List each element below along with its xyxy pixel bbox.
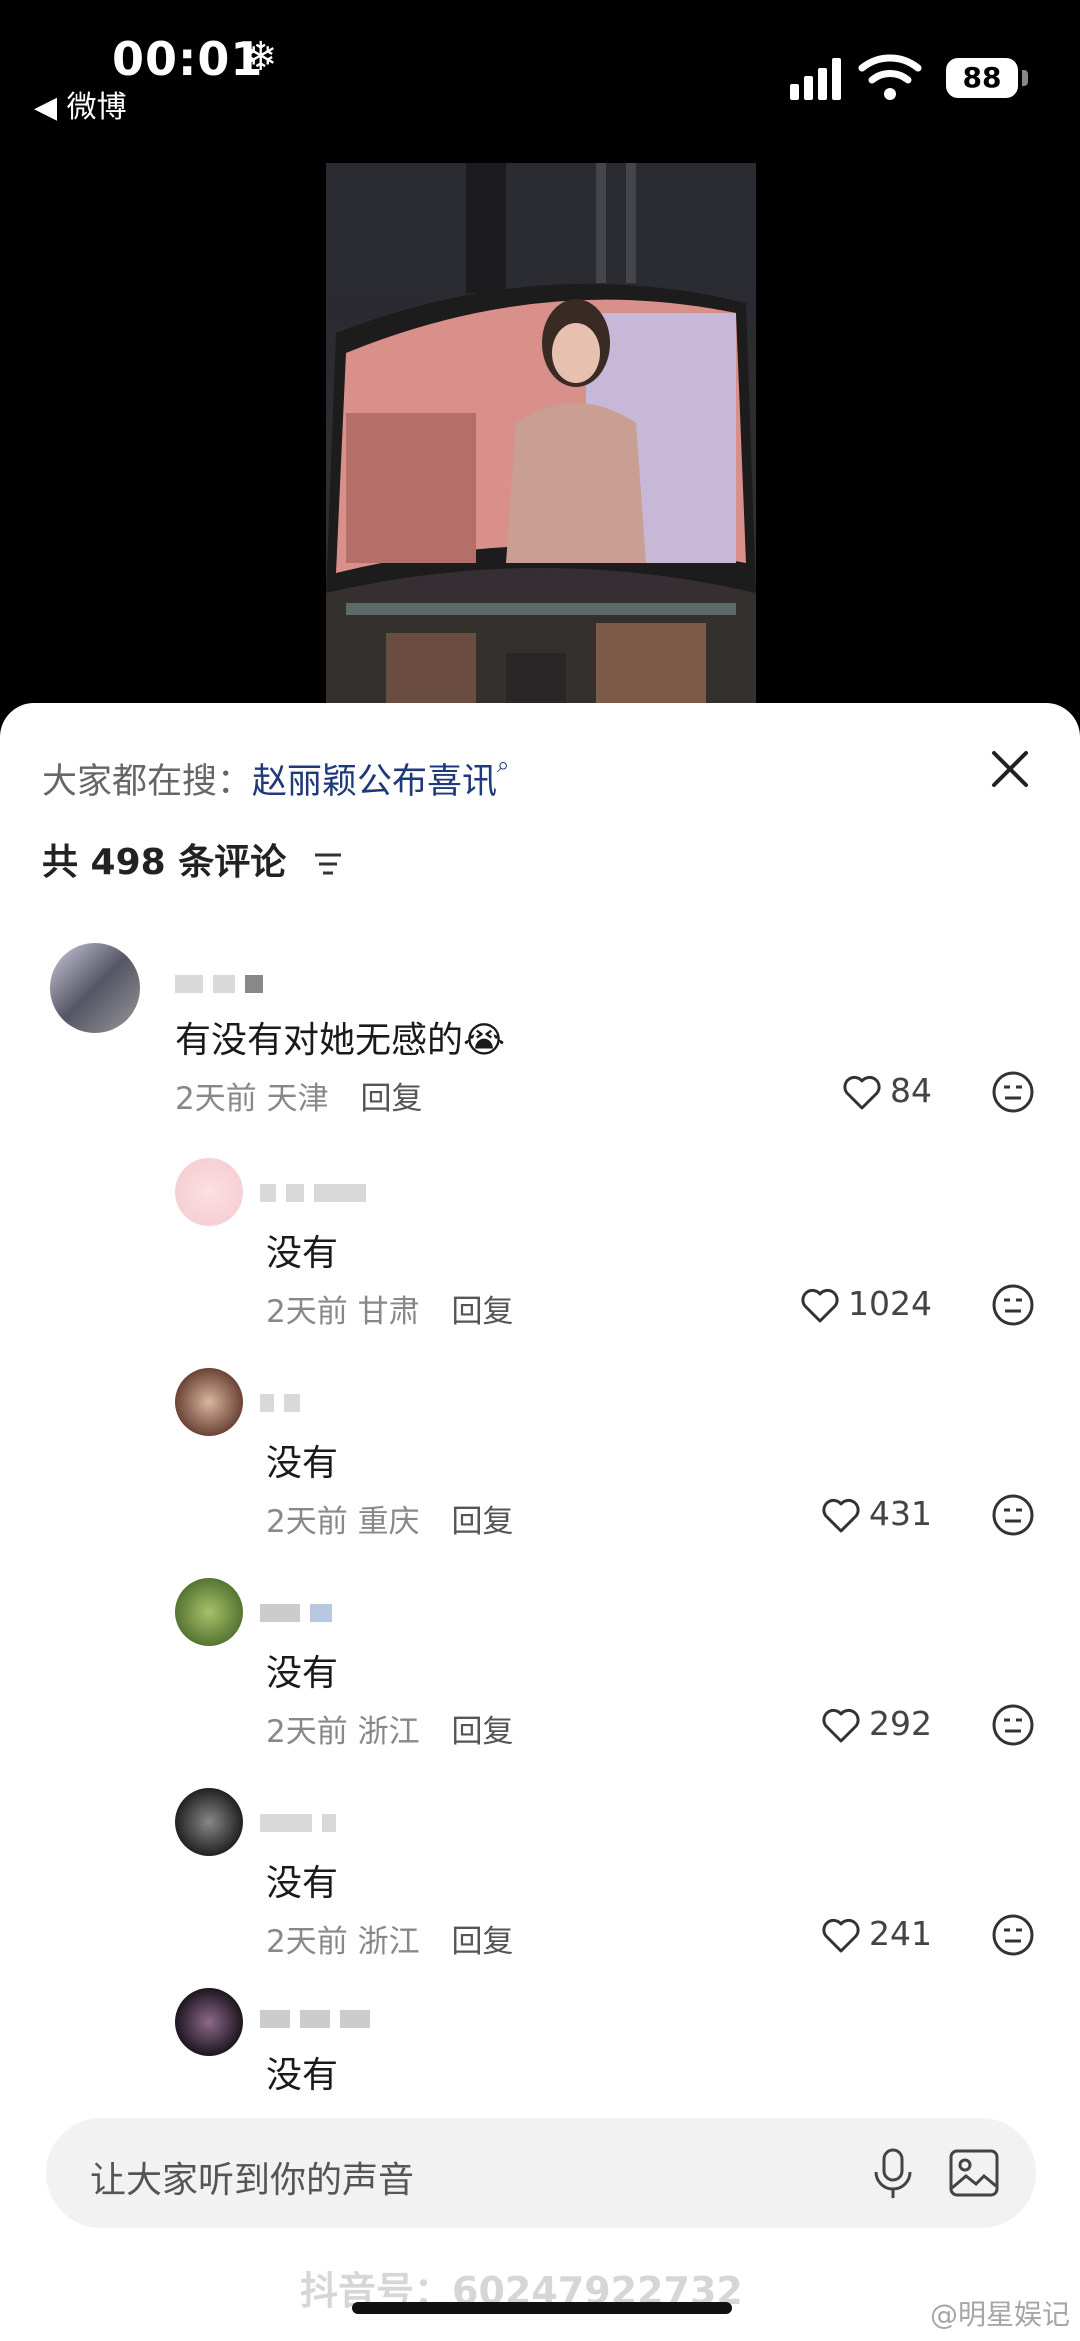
comment-text: 没有 <box>266 1233 339 1274</box>
like-button[interactable]: 431 <box>821 1494 932 1534</box>
reply-button[interactable]: 回复 <box>360 1081 422 1117</box>
comment-meta: 2天前 天津 回复 <box>175 1073 422 1118</box>
status-time: 00:01 <box>112 32 264 86</box>
avatar[interactable] <box>50 943 140 1033</box>
like-button[interactable]: 84 <box>842 1071 932 1111</box>
comment-text: 没有 <box>266 1443 339 1484</box>
reply-button[interactable]: 回复 <box>451 1714 513 1750</box>
close-icon[interactable] <box>980 739 1040 799</box>
comment-count-label: 共 498 条评论 <box>42 842 287 883</box>
username-blurred <box>260 1814 346 1832</box>
comment-time: 2天前 <box>266 1294 348 1330</box>
like-button[interactable]: 292 <box>821 1704 932 1744</box>
battery-indicator: 88 <box>946 58 1018 98</box>
heart-icon <box>801 1288 839 1322</box>
comment-input-bar[interactable]: 让大家听到你的声音 <box>46 2118 1036 2228</box>
comment-text: 没有 <box>266 2055 339 2096</box>
dislike-face-icon[interactable] <box>990 1702 1036 1748</box>
avatar[interactable] <box>175 1578 243 1646</box>
avatar[interactable] <box>175 1788 243 1856</box>
like-count: 1024 <box>848 1284 932 1323</box>
like-button[interactable]: 241 <box>821 1914 932 1954</box>
like-count: 241 <box>869 1914 932 1953</box>
like-button[interactable]: 1024 <box>800 1284 932 1324</box>
search-icon: ⌕ <box>497 753 510 778</box>
reply-button[interactable]: 回复 <box>451 1294 513 1330</box>
image-picker-icon[interactable] <box>948 2148 1000 2198</box>
comment-meta: 2天前 重庆 回复 <box>266 1496 513 1541</box>
comment-location: 天津 <box>266 1081 329 1117</box>
comment-text: 没有 <box>266 1863 339 1904</box>
microphone-icon[interactable] <box>870 2146 916 2202</box>
battery-tip <box>1022 70 1028 86</box>
dislike-face-icon[interactable] <box>990 1492 1036 1538</box>
video-player[interactable] <box>326 163 756 703</box>
trending-search-row: 大家都在搜：赵丽颖公布喜讯⌕ <box>42 753 509 804</box>
comment-time: 2天前 <box>266 1924 348 1960</box>
heart-icon <box>822 1498 860 1532</box>
comment-location: 甘肃 <box>357 1294 420 1330</box>
comments-panel: 大家都在搜：赵丽颖公布喜讯⌕ 共 498 条评论 有没有对她无感的😭 2天前 天… <box>0 703 1080 2341</box>
reply-button[interactable]: 回复 <box>451 1504 513 1540</box>
like-count: 431 <box>869 1494 932 1533</box>
comment-text: 有没有对她无感的😭 <box>175 1020 506 1061</box>
comment-meta: 2天前 甘肃 回复 <box>266 1286 513 1331</box>
reply-button[interactable]: 回复 <box>451 1924 513 1960</box>
weibo-watermark: @明星娱记 <box>929 2298 1070 2331</box>
home-indicator <box>352 2302 732 2314</box>
comment-time: 2天前 <box>266 1714 348 1750</box>
username-blurred <box>260 1184 376 1202</box>
heart-icon <box>843 1075 881 1109</box>
comment-time: 2天前 <box>266 1504 348 1540</box>
comment-time: 2天前 <box>175 1081 257 1117</box>
username-blurred <box>260 1394 310 1412</box>
trending-search-link[interactable]: 赵丽颖公布喜讯 <box>252 762 497 802</box>
comment-meta: 2天前 浙江 回复 <box>266 1706 513 1751</box>
heart-icon <box>822 1918 860 1952</box>
comment-input[interactable]: 让大家听到你的声音 <box>90 2151 414 2203</box>
comment-location: 重庆 <box>357 1504 420 1540</box>
comment-text: 没有 <box>266 1653 339 1694</box>
comment-count: 共 498 条评论 <box>42 833 345 885</box>
dislike-face-icon[interactable] <box>990 1282 1036 1328</box>
comment-location: 浙江 <box>357 1714 420 1750</box>
heart-icon <box>822 1708 860 1742</box>
comment-location: 浙江 <box>357 1924 420 1960</box>
status-bar: 00:01 ❄ ◀ 微博 88 <box>0 0 1080 130</box>
dislike-face-icon[interactable] <box>990 1069 1036 1115</box>
username-blurred <box>260 2010 380 2028</box>
username-blurred <box>260 1604 342 1622</box>
trending-search-prefix: 大家都在搜： <box>42 762 253 802</box>
back-to-weibo-link[interactable]: ◀ 微博 <box>34 82 127 126</box>
username-blurred <box>175 975 273 993</box>
sort-icon[interactable] <box>311 849 345 879</box>
like-count: 84 <box>890 1071 932 1110</box>
avatar[interactable] <box>175 1158 243 1226</box>
comment-meta: 2天前 浙江 回复 <box>266 1916 513 1961</box>
dislike-face-icon[interactable] <box>990 1912 1036 1958</box>
billboard-image <box>326 163 756 703</box>
snowflake-icon: ❄ <box>244 34 278 80</box>
avatar[interactable] <box>175 1988 243 2056</box>
avatar[interactable] <box>175 1368 243 1436</box>
like-count: 292 <box>869 1704 932 1743</box>
